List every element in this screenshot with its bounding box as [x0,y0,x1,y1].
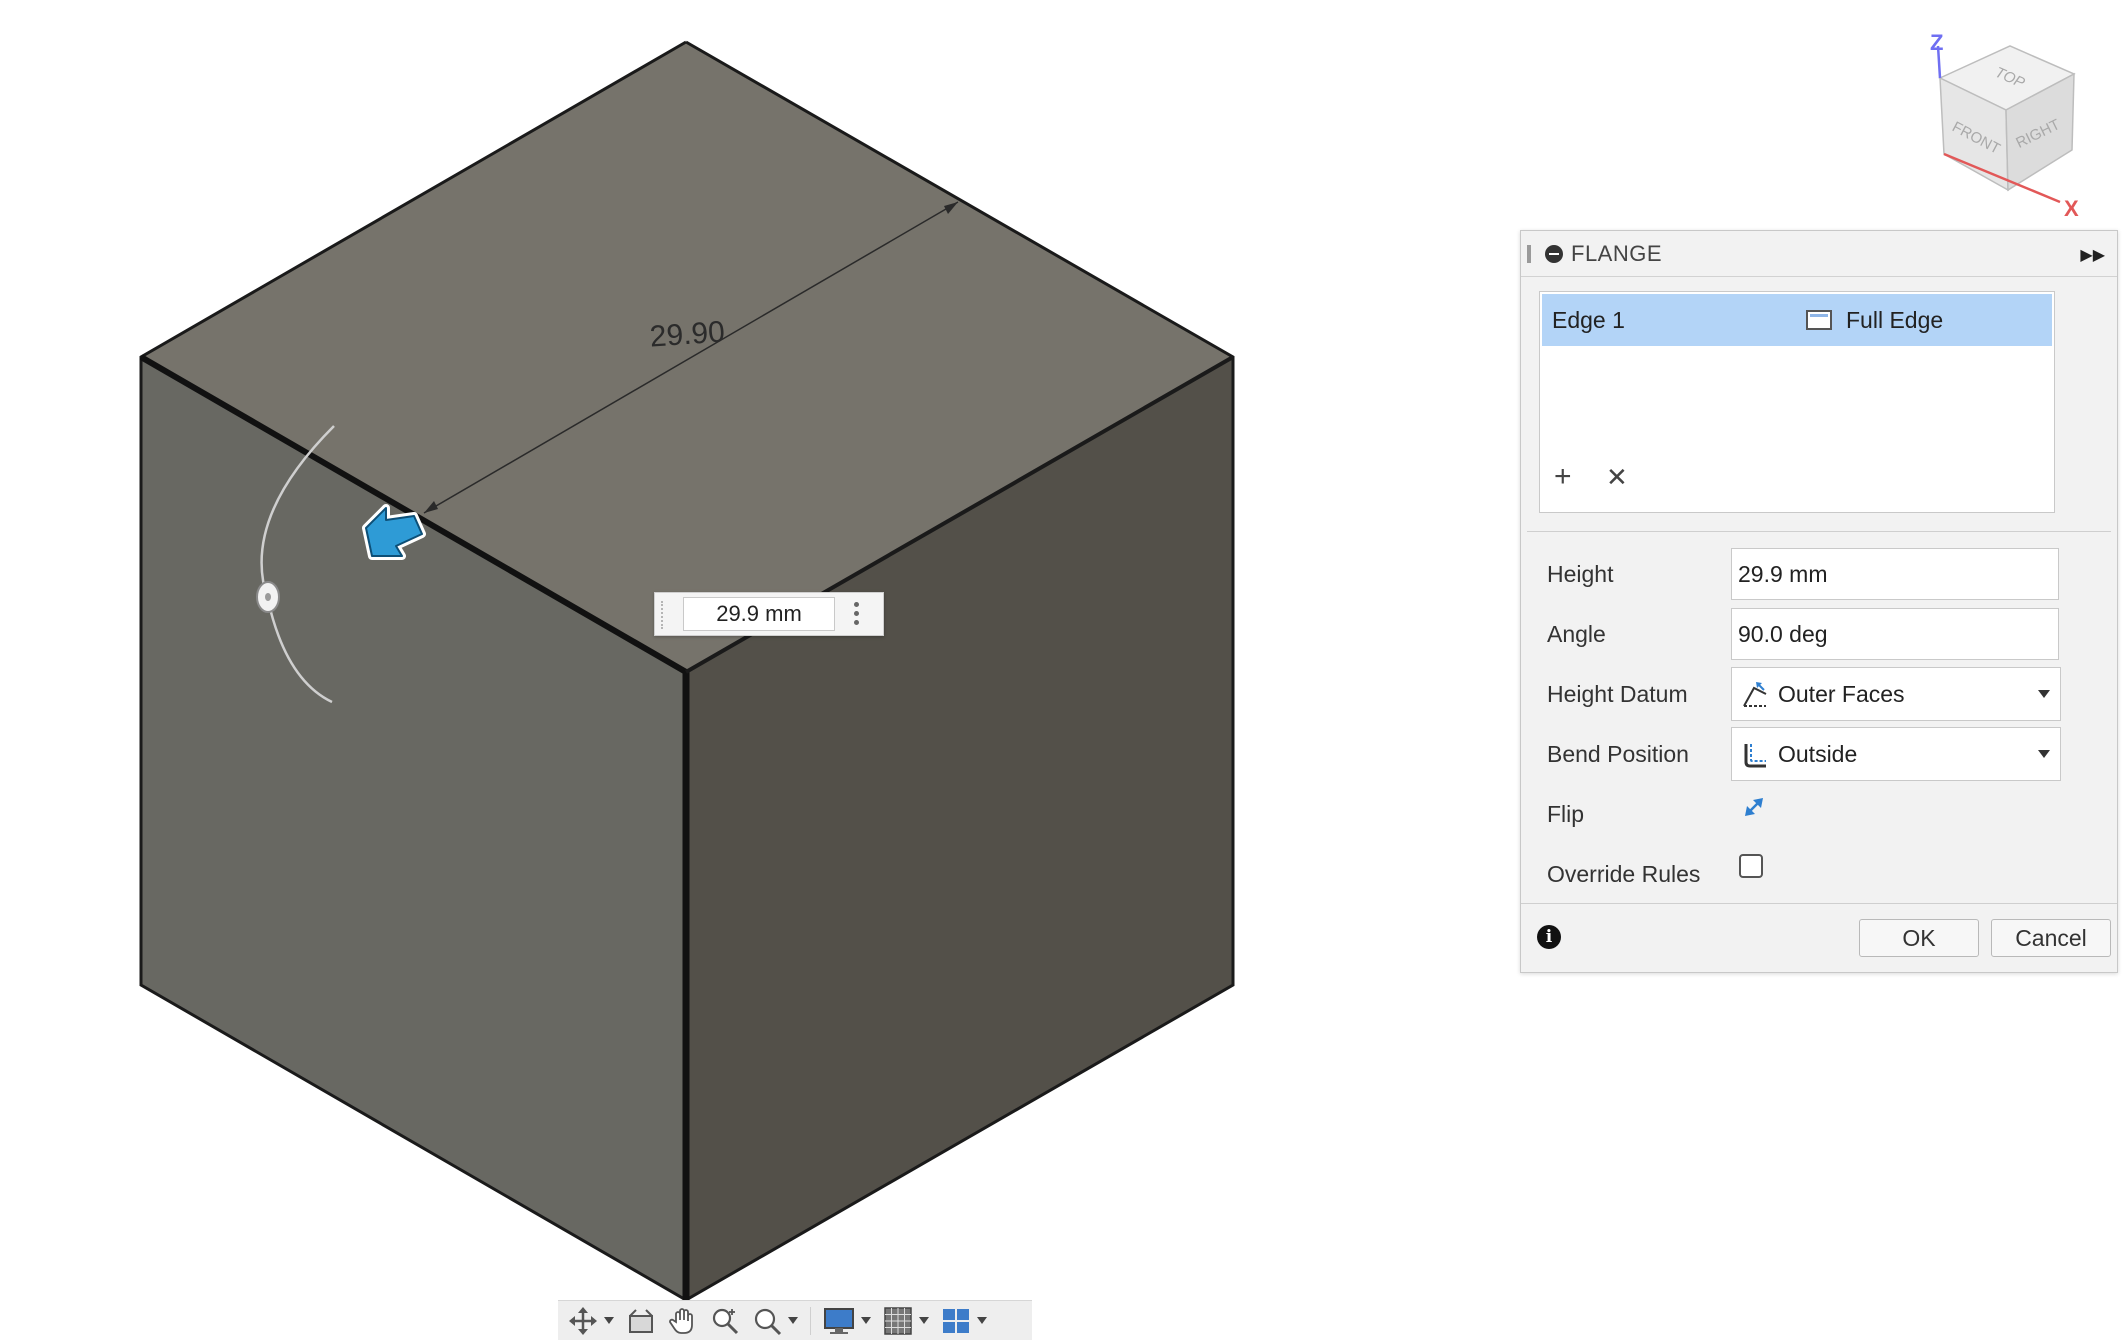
flip-icon[interactable] [1739,792,1769,822]
override-rules-label: Override Rules [1547,861,1701,887]
viewports-dropdown-caret[interactable] [977,1317,987,1324]
pan-icon [669,1307,693,1334]
height-datum-dropdown[interactable]: Outer Faces [1731,667,2061,721]
override-rules-checkbox[interactable] [1739,854,1763,878]
grid-icon [884,1306,912,1335]
grid-tool[interactable] [883,1304,929,1338]
fit-dropdown-caret[interactable] [788,1317,798,1324]
more-options-icon[interactable] [853,602,859,628]
x-axis-label: X [2064,196,2079,221]
flange-dialog: FLANGE ▶▶ Edge 1 Full Edge + ✕ Height 29… [1520,230,2118,973]
dialog-title: FLANGE [1571,241,1663,266]
orbit-icon [569,1306,597,1335]
selection-extent[interactable]: Full Edge [1846,307,1943,334]
height-datum-value: Outer Faces [1778,681,1905,707]
look-at-tool[interactable] [626,1304,656,1338]
dialog-header[interactable]: FLANGE ▶▶ [1521,231,2117,277]
chevron-down-icon [2038,750,2050,758]
view-cube[interactable]: TOP FRONT RIGHT Z X [1910,26,2100,226]
fit-icon [754,1308,782,1335]
bend-position-icon [1744,744,1766,768]
dialog-drag-handle-icon[interactable] [1527,245,1531,263]
fit-tool[interactable] [752,1304,798,1338]
angle-input[interactable]: 90.0 deg [1731,608,2059,660]
navigation-toolbar [558,1300,1032,1340]
drag-grip-icon[interactable] [661,601,669,629]
viewports-tool[interactable] [941,1304,987,1338]
grid-dropdown-caret[interactable] [919,1317,929,1324]
angle-manipulator-handle[interactable] [256,581,280,613]
viewports-icon [943,1308,969,1333]
info-icon[interactable]: i [1537,925,1561,949]
expand-panel-icon[interactable]: ▶▶ [2080,245,2105,265]
collapse-icon[interactable] [1545,245,1563,263]
z-axis-label: Z [1930,30,1943,55]
height-datum-label: Height Datum [1547,681,1688,707]
height-label: Height [1547,561,1614,587]
orbit-tool[interactable] [568,1304,614,1338]
display-settings-tool[interactable] [823,1304,871,1338]
angle-label: Angle [1547,621,1606,647]
pan-tool[interactable] [668,1304,698,1338]
chevron-down-icon [2038,690,2050,698]
bend-position-label: Bend Position [1547,741,1689,767]
orbit-dropdown-caret[interactable] [604,1317,614,1324]
zoom-icon [712,1308,739,1334]
height-input[interactable]: 29.9 mm [1731,548,2059,600]
display-settings-caret[interactable] [861,1317,871,1324]
edge-selection-list[interactable]: Edge 1 Full Edge + ✕ [1539,291,2055,513]
height-datum-icon [1743,682,1767,707]
flip-label: Flip [1547,801,1585,827]
height-dimension-field[interactable]: 29.9 mm [683,597,835,631]
toolbar-separator [810,1306,811,1335]
height-dimension-input[interactable]: 29.9 mm [654,592,884,636]
look-at-icon [629,1308,653,1333]
ok-button[interactable]: OK [1859,919,1979,957]
display-settings-icon [824,1307,854,1334]
add-selection-icon[interactable]: + [1554,462,1572,492]
bend-position-value: Outside [1778,741,1858,767]
selection-name: Edge 1 [1552,307,1625,333]
bend-position-dropdown[interactable]: Outside [1731,727,2061,781]
footer-divider [1521,903,2117,904]
remove-selection-icon[interactable]: ✕ [1606,464,1628,490]
selection-row-edge-1[interactable]: Edge 1 Full Edge [1542,294,2052,346]
cancel-button[interactable]: Cancel [1991,919,2111,957]
zoom-tool[interactable] [710,1304,740,1338]
full-edge-icon [1806,310,1832,330]
section-divider [1527,531,2111,532]
dimension-label: 29.90 [649,315,726,353]
